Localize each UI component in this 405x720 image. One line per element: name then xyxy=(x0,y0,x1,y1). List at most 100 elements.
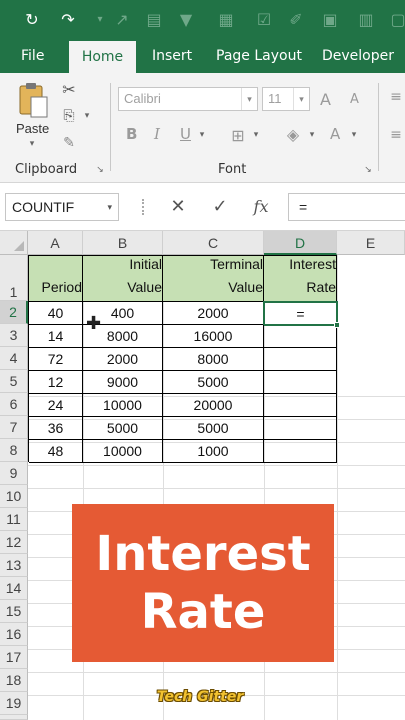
worksheet-grid[interactable]: A B C D E 1 2 3 4 5 6 7 8 9 10 11 12 13 … xyxy=(0,231,405,720)
borders-dropdown-icon[interactable]: ▾ xyxy=(250,127,262,143)
cell-d8[interactable] xyxy=(264,440,337,463)
formula-input[interactable]: = xyxy=(288,193,405,221)
more-icon[interactable]: ▢ xyxy=(386,8,405,30)
redo-icon[interactable]: ↷ xyxy=(56,8,80,30)
cell-a8[interactable]: 48 xyxy=(29,440,83,463)
fill-color-dropdown-icon[interactable]: ▾ xyxy=(306,127,318,143)
enter-icon[interactable]: ✓ xyxy=(207,193,233,221)
cell-d2-active[interactable]: = xyxy=(263,301,338,326)
cell-d3[interactable] xyxy=(264,325,337,348)
cell-b6[interactable]: 10000 xyxy=(83,394,163,417)
row-header-20[interactable]: 20 xyxy=(0,715,28,720)
row-header-13[interactable]: 13 xyxy=(0,554,28,577)
cancel-icon[interactable]: ✕ xyxy=(165,193,191,221)
row-header-5[interactable]: 5 xyxy=(0,370,28,393)
paste-label[interactable]: Paste xyxy=(16,121,49,136)
row-header-14[interactable]: 14 xyxy=(0,577,28,600)
row-header-2[interactable]: 2 xyxy=(0,301,28,324)
cell-c3[interactable]: 16000 xyxy=(163,325,264,348)
row-header-12[interactable]: 12 xyxy=(0,531,28,554)
paste-icon[interactable] xyxy=(16,81,50,121)
row-header-3[interactable]: 3 xyxy=(0,324,28,347)
align2-icon[interactable]: ≡ xyxy=(388,125,404,145)
cell-b7[interactable]: 5000 xyxy=(83,417,163,440)
row-header-15[interactable]: 15 xyxy=(0,600,28,623)
font-color-button[interactable]: A xyxy=(330,125,340,143)
tab-developer[interactable]: Developer xyxy=(322,40,394,73)
cell-d6[interactable] xyxy=(264,394,337,417)
name-box-dropdown-icon[interactable]: ▾ xyxy=(107,194,112,220)
cell-c4[interactable]: 8000 xyxy=(163,348,264,371)
chart-icon[interactable]: ↗ xyxy=(110,8,134,30)
column-header-a[interactable]: A xyxy=(28,231,83,255)
column-header-e[interactable]: E xyxy=(337,231,405,255)
row-header-17[interactable]: 17 xyxy=(0,646,28,669)
cell-b8[interactable]: 10000 xyxy=(83,440,163,463)
font-launcher-icon[interactable]: ↘ xyxy=(362,164,374,176)
name-box[interactable]: COUNTIF ▾ xyxy=(5,193,119,221)
cell-c7[interactable]: 5000 xyxy=(163,417,264,440)
cell-a4[interactable]: 72 xyxy=(29,348,83,371)
cell-d7[interactable] xyxy=(264,417,337,440)
bold-button[interactable]: B xyxy=(126,125,137,143)
row-header-9[interactable]: 9 xyxy=(0,462,28,485)
cell-a7[interactable]: 36 xyxy=(29,417,83,440)
table-header-initial-value[interactable]: Initial Value xyxy=(83,256,163,302)
cell-c5[interactable]: 5000 xyxy=(163,371,264,394)
tab-page-layout[interactable]: Page Layout xyxy=(216,40,302,73)
dropdown-arrow-icon[interactable]: ▾ xyxy=(88,8,112,30)
cell-b5[interactable]: 9000 xyxy=(83,371,163,394)
shrink-font-button[interactable]: A xyxy=(350,92,359,107)
underline-button[interactable]: U xyxy=(180,125,191,143)
grow-font-button[interactable]: A xyxy=(320,90,331,109)
cell-d4[interactable] xyxy=(264,348,337,371)
tab-home[interactable]: Home xyxy=(69,41,136,73)
column-header-c[interactable]: C xyxy=(163,231,264,255)
row-header-6[interactable]: 6 xyxy=(0,393,28,416)
borders-icon[interactable]: ⊞ xyxy=(228,125,248,145)
row-header-18[interactable]: 18 xyxy=(0,669,28,692)
row-header-7[interactable]: 7 xyxy=(0,416,28,439)
form-icon[interactable]: ▦ xyxy=(214,8,238,30)
column-header-b[interactable]: B xyxy=(83,231,163,255)
sort-icon[interactable]: ▥ xyxy=(354,8,378,30)
table-header-period[interactable]: Period xyxy=(29,256,83,302)
underline-dropdown-icon[interactable]: ▾ xyxy=(196,127,208,143)
row-header-8[interactable]: 8 xyxy=(0,439,28,462)
format-painter-icon[interactable]: ✎ xyxy=(58,133,80,153)
font-size-combo[interactable]: 11 ▾ xyxy=(262,87,310,111)
align-icon[interactable]: ≡ xyxy=(388,87,404,107)
row-header-11[interactable]: 11 xyxy=(0,508,28,531)
cell-a2[interactable]: 40 xyxy=(29,302,83,325)
paste-dropdown-icon[interactable]: ▾ xyxy=(25,139,39,149)
table2-icon[interactable]: ▣ xyxy=(318,8,342,30)
copy-dropdown-icon[interactable]: ▾ xyxy=(80,106,94,126)
font-name-combo[interactable]: Calibri ▾ xyxy=(118,87,258,111)
filter-icon[interactable]: ▼ xyxy=(174,8,198,30)
cell-a5[interactable]: 12 xyxy=(29,371,83,394)
table-icon[interactable]: ▤ xyxy=(142,8,166,30)
row-header-1[interactable]: 1 xyxy=(0,255,28,301)
row-header-19[interactable]: 19 xyxy=(0,692,28,715)
select-all-corner[interactable] xyxy=(0,231,28,255)
table-header-terminal-value[interactable]: Terminal Value xyxy=(163,256,264,302)
font-name-dropdown-icon[interactable]: ▾ xyxy=(241,88,257,110)
fill-color-icon[interactable]: ◈ xyxy=(282,123,304,145)
fill-handle[interactable] xyxy=(334,322,340,328)
column-header-d[interactable]: D xyxy=(264,231,337,255)
cell-b4[interactable]: 2000 xyxy=(83,348,163,371)
insert-function-icon[interactable]: fx xyxy=(248,193,274,221)
row-header-16[interactable]: 16 xyxy=(0,623,28,646)
cell-c2[interactable]: 2000 xyxy=(163,302,264,325)
brush-icon[interactable]: ✐ xyxy=(284,8,308,30)
cut-icon[interactable]: ✂ xyxy=(58,79,80,99)
row-header-10[interactable]: 10 xyxy=(0,485,28,508)
font-size-dropdown-icon[interactable]: ▾ xyxy=(293,88,309,110)
table-header-interest-rate[interactable]: Interest Rate xyxy=(264,256,337,302)
tab-file[interactable]: File xyxy=(21,40,44,73)
tab-insert[interactable]: Insert xyxy=(152,40,192,73)
autosave-icon[interactable]: ↻ xyxy=(20,8,44,30)
cell-a3[interactable]: 14 xyxy=(29,325,83,348)
cell-d5[interactable] xyxy=(264,371,337,394)
row-header-4[interactable]: 4 xyxy=(0,347,28,370)
